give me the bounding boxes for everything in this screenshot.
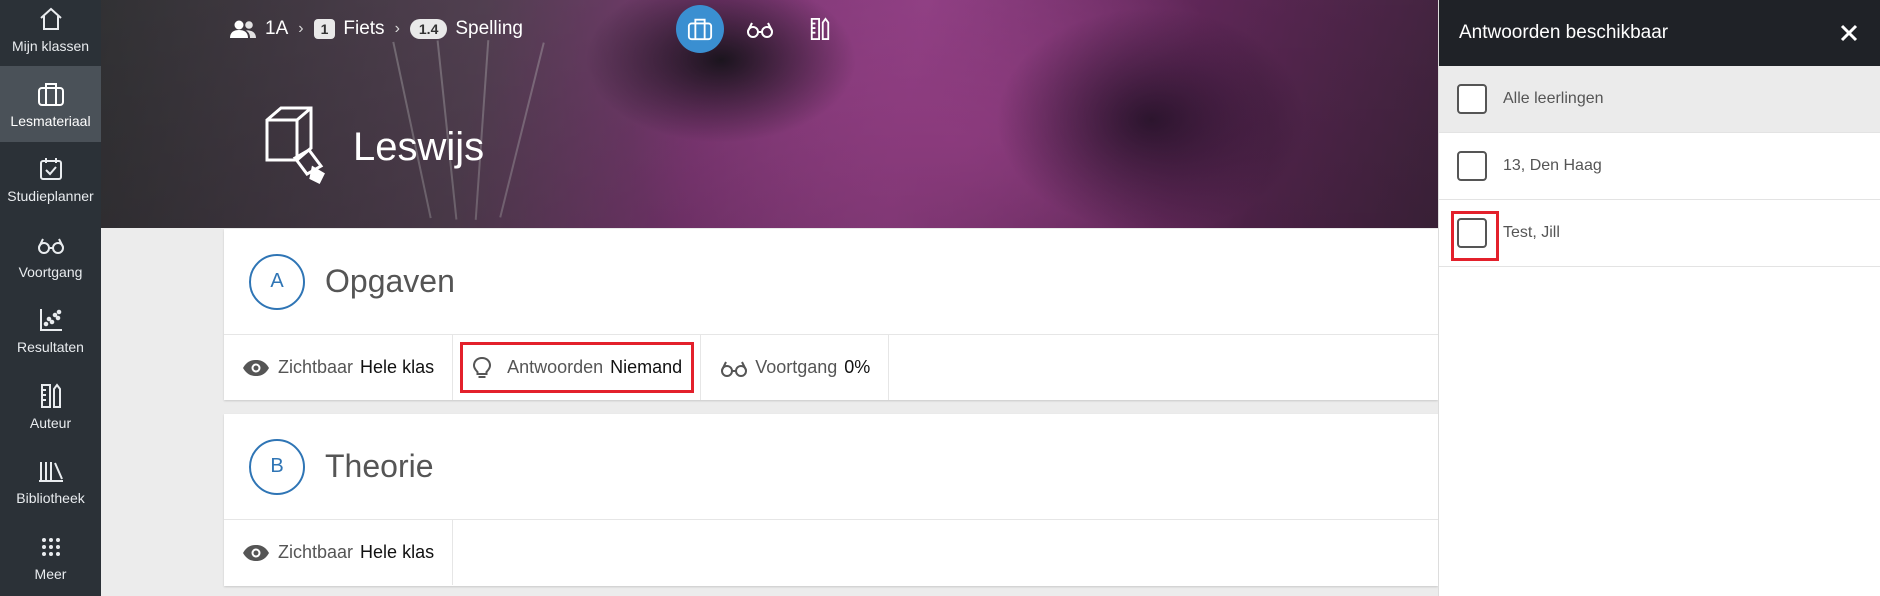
home-icon — [36, 4, 66, 34]
visibility-label: Zichtbaar — [278, 357, 354, 377]
visibility-setting[interactable]: Zichtbaar Hele klas — [224, 335, 454, 400]
hero-toolbar — [676, 5, 844, 53]
section-letter-badge: A — [249, 253, 305, 310]
section-header[interactable]: A Opgaven — [224, 229, 1438, 335]
books-icon — [36, 456, 66, 486]
progress-label: Voortgang — [755, 357, 838, 377]
progress-value: 0% — [844, 357, 871, 377]
all-students-row[interactable]: Alle leerlingen — [1439, 66, 1880, 133]
progress-setting[interactable]: Voortgang 0% — [701, 335, 890, 400]
breadcrumb-section-label: Spelling — [455, 18, 523, 39]
close-icon — [1840, 24, 1858, 42]
all-students-checkbox[interactable] — [1457, 84, 1487, 114]
section-card-opgaven: A Opgaven Zichtbaar Hele klas Antwoorden… — [224, 229, 1438, 400]
method-title: Leswijs — [261, 102, 484, 192]
nav-item-resultaten[interactable]: Resultaten — [0, 293, 101, 369]
all-students-label: Alle leerlingen — [1503, 90, 1604, 107]
glasses-icon — [719, 357, 749, 379]
briefcase-icon — [687, 18, 713, 41]
visibility-setting[interactable]: Zichtbaar Hele klas — [224, 520, 454, 585]
nav-label: Studieplanner — [7, 188, 94, 205]
close-panel-button[interactable] — [1836, 20, 1862, 46]
section-number-badge: 1.4 — [409, 19, 448, 39]
nav-label: Voortgang — [18, 263, 83, 280]
nav-item-voortgang[interactable]: Voortgang — [0, 217, 101, 293]
section-card-theorie: B Theorie Zichtbaar Hele klas — [224, 414, 1438, 586]
cube-paintbucket-icon — [265, 106, 325, 185]
section-letter-badge: B — [249, 438, 305, 495]
section-properties: Zichtbaar Hele klas — [224, 520, 1438, 585]
student-row[interactable]: 13, Den Haag — [1439, 133, 1880, 200]
answers-value: Niemand — [610, 357, 683, 377]
method-title-text: Leswijs — [353, 124, 485, 169]
eye-icon — [242, 357, 272, 379]
nav-item-bibliotheek[interactable]: Bibliotheek — [0, 444, 101, 520]
section-properties: Zichtbaar Hele klas Antwoorden Niemand V… — [224, 335, 1438, 400]
visibility-value: Hele klas — [360, 542, 435, 562]
chevron-right-icon: › — [298, 20, 304, 37]
chevron-right-icon: › — [394, 20, 400, 37]
breadcrumb: 1A › 1 Fiets › 1.4 Spelling — [229, 12, 523, 46]
nav-item-studieplanner[interactable]: Studieplanner — [0, 142, 101, 218]
panel-header: Antwoorden beschikbaar — [1439, 0, 1880, 66]
student-checkbox-highlighted — [1451, 211, 1499, 261]
breadcrumb-chapter-label: Fiets — [343, 18, 385, 39]
auteur-view-button[interactable] — [796, 5, 844, 53]
side-navigation: Mijn klassen Lesmateriaal Studieplanner … — [0, 0, 101, 596]
breadcrumb-chapter[interactable]: 1 Fiets — [313, 18, 385, 40]
student-row[interactable]: Test, Jill — [1439, 200, 1880, 267]
grid-dots-icon — [36, 532, 66, 562]
nav-label: Auteur — [29, 414, 72, 431]
nav-label: Bibliotheek — [16, 490, 85, 507]
glasses-icon — [747, 22, 773, 38]
nav-item-meer[interactable]: Meer — [0, 519, 101, 595]
breadcrumb-section[interactable]: 1.4 Spelling — [409, 18, 523, 40]
users-icon — [230, 20, 256, 38]
lightbulb-icon — [471, 356, 501, 379]
ruler-pencil-icon — [36, 381, 66, 411]
nav-label: Meer — [34, 565, 67, 582]
nav-item-lesmateriaal[interactable]: Lesmateriaal — [0, 66, 101, 142]
lesmateriaal-view-button[interactable] — [676, 5, 724, 53]
hero-banner: 1A › 1 Fiets › 1.4 Spelling Leswijs — [101, 0, 1438, 228]
briefcase-icon — [36, 79, 66, 109]
section-title: Opgaven — [325, 263, 455, 299]
glasses-icon — [36, 230, 66, 260]
voortgang-view-button[interactable] — [736, 5, 784, 53]
nav-label: Resultaten — [17, 339, 84, 356]
scatter-chart-icon — [36, 305, 66, 335]
section-title: Theorie — [325, 448, 434, 484]
section-header[interactable]: B Theorie — [224, 414, 1438, 520]
student-name: Test, Jill — [1503, 224, 1560, 241]
visibility-label: Zichtbaar — [278, 542, 354, 562]
nav-label: Lesmateriaal — [10, 112, 91, 129]
answers-available-panel: Antwoorden beschikbaar Alle leerlingen 1… — [1438, 0, 1880, 596]
answers-label: Antwoorden — [507, 357, 604, 377]
ruler-pencil-icon — [810, 17, 830, 40]
chapter-number-badge: 1 — [313, 19, 336, 39]
calendar-check-icon — [36, 154, 66, 184]
breadcrumb-group-label: 1A — [265, 18, 289, 39]
visibility-value: Hele klas — [360, 357, 435, 377]
answers-setting[interactable]: Antwoorden Niemand — [453, 335, 702, 400]
breadcrumb-group[interactable]: 1A — [229, 18, 288, 40]
student-name: 13, Den Haag — [1503, 157, 1602, 174]
student-checkbox[interactable] — [1457, 218, 1487, 248]
nav-item-my-classes[interactable]: Mijn klassen — [0, 0, 101, 66]
nav-item-auteur[interactable]: Auteur — [0, 368, 101, 444]
student-checkbox[interactable] — [1457, 151, 1487, 181]
panel-title: Antwoorden beschikbaar — [1459, 22, 1669, 43]
eye-icon — [242, 542, 272, 564]
nav-label: Mijn klassen — [11, 38, 90, 54]
